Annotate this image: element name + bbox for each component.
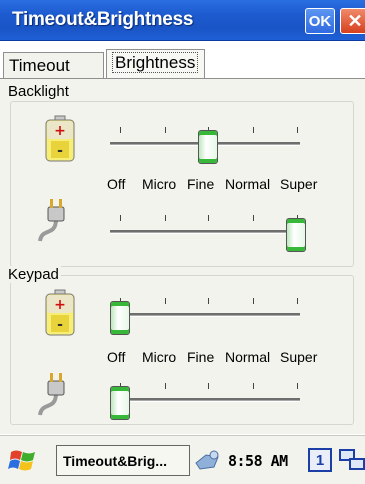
taskbar: Timeout&Brig... 8:58 AM 1: [0, 434, 365, 484]
slider-tick: [253, 298, 254, 304]
tab-brightness[interactable]: Brightness: [106, 49, 205, 80]
scale-label-micro: Micro: [142, 349, 177, 365]
input-indicator[interactable]: 1: [308, 448, 332, 472]
slider-tick: [297, 298, 298, 304]
slider-thumb[interactable]: [286, 218, 306, 252]
tab-timeout-label: Timeout: [9, 56, 70, 75]
title-bar: Timeout&Brightness OK ✕: [0, 0, 365, 41]
clock[interactable]: 8:58 AM: [228, 452, 288, 470]
slider-thumb[interactable]: [198, 130, 218, 164]
slider-tick: [120, 127, 121, 133]
window-title: Timeout&Brightness: [12, 9, 194, 30]
scale-label-fine: Fine: [187, 349, 215, 365]
scale-label-off: Off: [107, 349, 126, 365]
scale-label-super: Super: [280, 176, 318, 192]
network-icon[interactable]: [338, 447, 365, 473]
tab-brightness-label: Brightness: [112, 52, 199, 73]
ok-button[interactable]: OK: [305, 8, 335, 34]
scale-label-micro: Micro: [142, 176, 177, 192]
slider-track: [110, 230, 300, 234]
backlight-label: Backlight: [6, 83, 71, 100]
slider-tick: [165, 383, 166, 389]
slider-tick: [208, 215, 209, 221]
backlight-scale-labels: Off Micro Fine Normal Super: [0, 176, 365, 194]
task-button[interactable]: Timeout&Brig...: [56, 445, 190, 476]
keypad-label: Keypad: [6, 266, 61, 283]
tab-strip: Timeout Brightness: [0, 41, 365, 80]
slider-tick: [253, 215, 254, 221]
keypad-ac-slider[interactable]: [0, 371, 365, 421]
slider-tick: [120, 215, 121, 221]
windows-start-icon[interactable]: [8, 448, 38, 474]
scale-label-super: Super: [280, 349, 318, 365]
slider-tick: [297, 383, 298, 389]
slider-track: [110, 313, 300, 317]
slider-tick: [165, 298, 166, 304]
slider-tick: [208, 383, 209, 389]
slider-tick: [253, 127, 254, 133]
slider-thumb[interactable]: [110, 301, 130, 335]
scale-label-normal: Normal: [225, 176, 271, 192]
keypad-battery-slider[interactable]: [0, 286, 365, 336]
scale-label-fine: Fine: [187, 176, 215, 192]
slider-tick: [165, 127, 166, 133]
slider-tick: [208, 298, 209, 304]
scale-label-off: Off: [107, 176, 126, 192]
backlight-battery-slider[interactable]: [0, 115, 365, 165]
tab-timeout[interactable]: Timeout: [3, 52, 104, 79]
close-button[interactable]: ✕: [340, 8, 365, 34]
slider-tick: [297, 127, 298, 133]
slider-track: [110, 398, 300, 402]
keypad-scale-labels: Off Micro Fine Normal Super: [0, 349, 365, 367]
slider-thumb[interactable]: [110, 386, 130, 420]
slider-tick: [253, 383, 254, 389]
slider-tick: [165, 215, 166, 221]
scale-label-normal: Normal: [225, 349, 271, 365]
volume-icon[interactable]: [192, 447, 224, 473]
backlight-ac-slider[interactable]: [0, 203, 365, 253]
brightness-panel: Backlight Keypad + - Off Micro Fine Norm…: [0, 78, 365, 434]
